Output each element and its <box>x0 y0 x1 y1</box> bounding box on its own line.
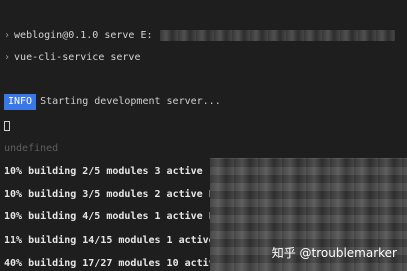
cursor-line <box>4 121 10 133</box>
watermark: 知乎 @troublemarker <box>271 246 397 260</box>
command-text: vue-cli-service serve <box>14 52 141 63</box>
info-badge: INFO <box>4 94 37 110</box>
build-line: 11% building 14/15 modules 1 active E. <box>4 235 233 246</box>
build-line: 10% building 2/5 modules 3 active <box>4 166 203 177</box>
prompt-chevron-icon: › <box>4 30 11 41</box>
command-line-2: › vue-cli-service serve <box>4 52 140 64</box>
info-line: INFO Starting development server... <box>4 94 221 110</box>
redacted-path <box>160 30 395 41</box>
command-text: weblogin@0.1.0 serve E: <box>14 30 153 41</box>
undefined-line: undefined <box>4 143 59 154</box>
prompt-chevron-icon: › <box>4 52 11 63</box>
build-line: 10% building 4/5 modules 1 active E. <box>4 211 221 222</box>
command-line-1: › weblogin@0.1.0 serve E: <box>4 30 153 42</box>
build-line: 40% building 17/27 modules 10 active ... <box>4 258 245 269</box>
cursor-icon <box>4 121 10 131</box>
info-text: Starting development server... <box>40 96 221 107</box>
build-line: 10% building 3/5 modules 2 active E. <box>4 189 221 200</box>
